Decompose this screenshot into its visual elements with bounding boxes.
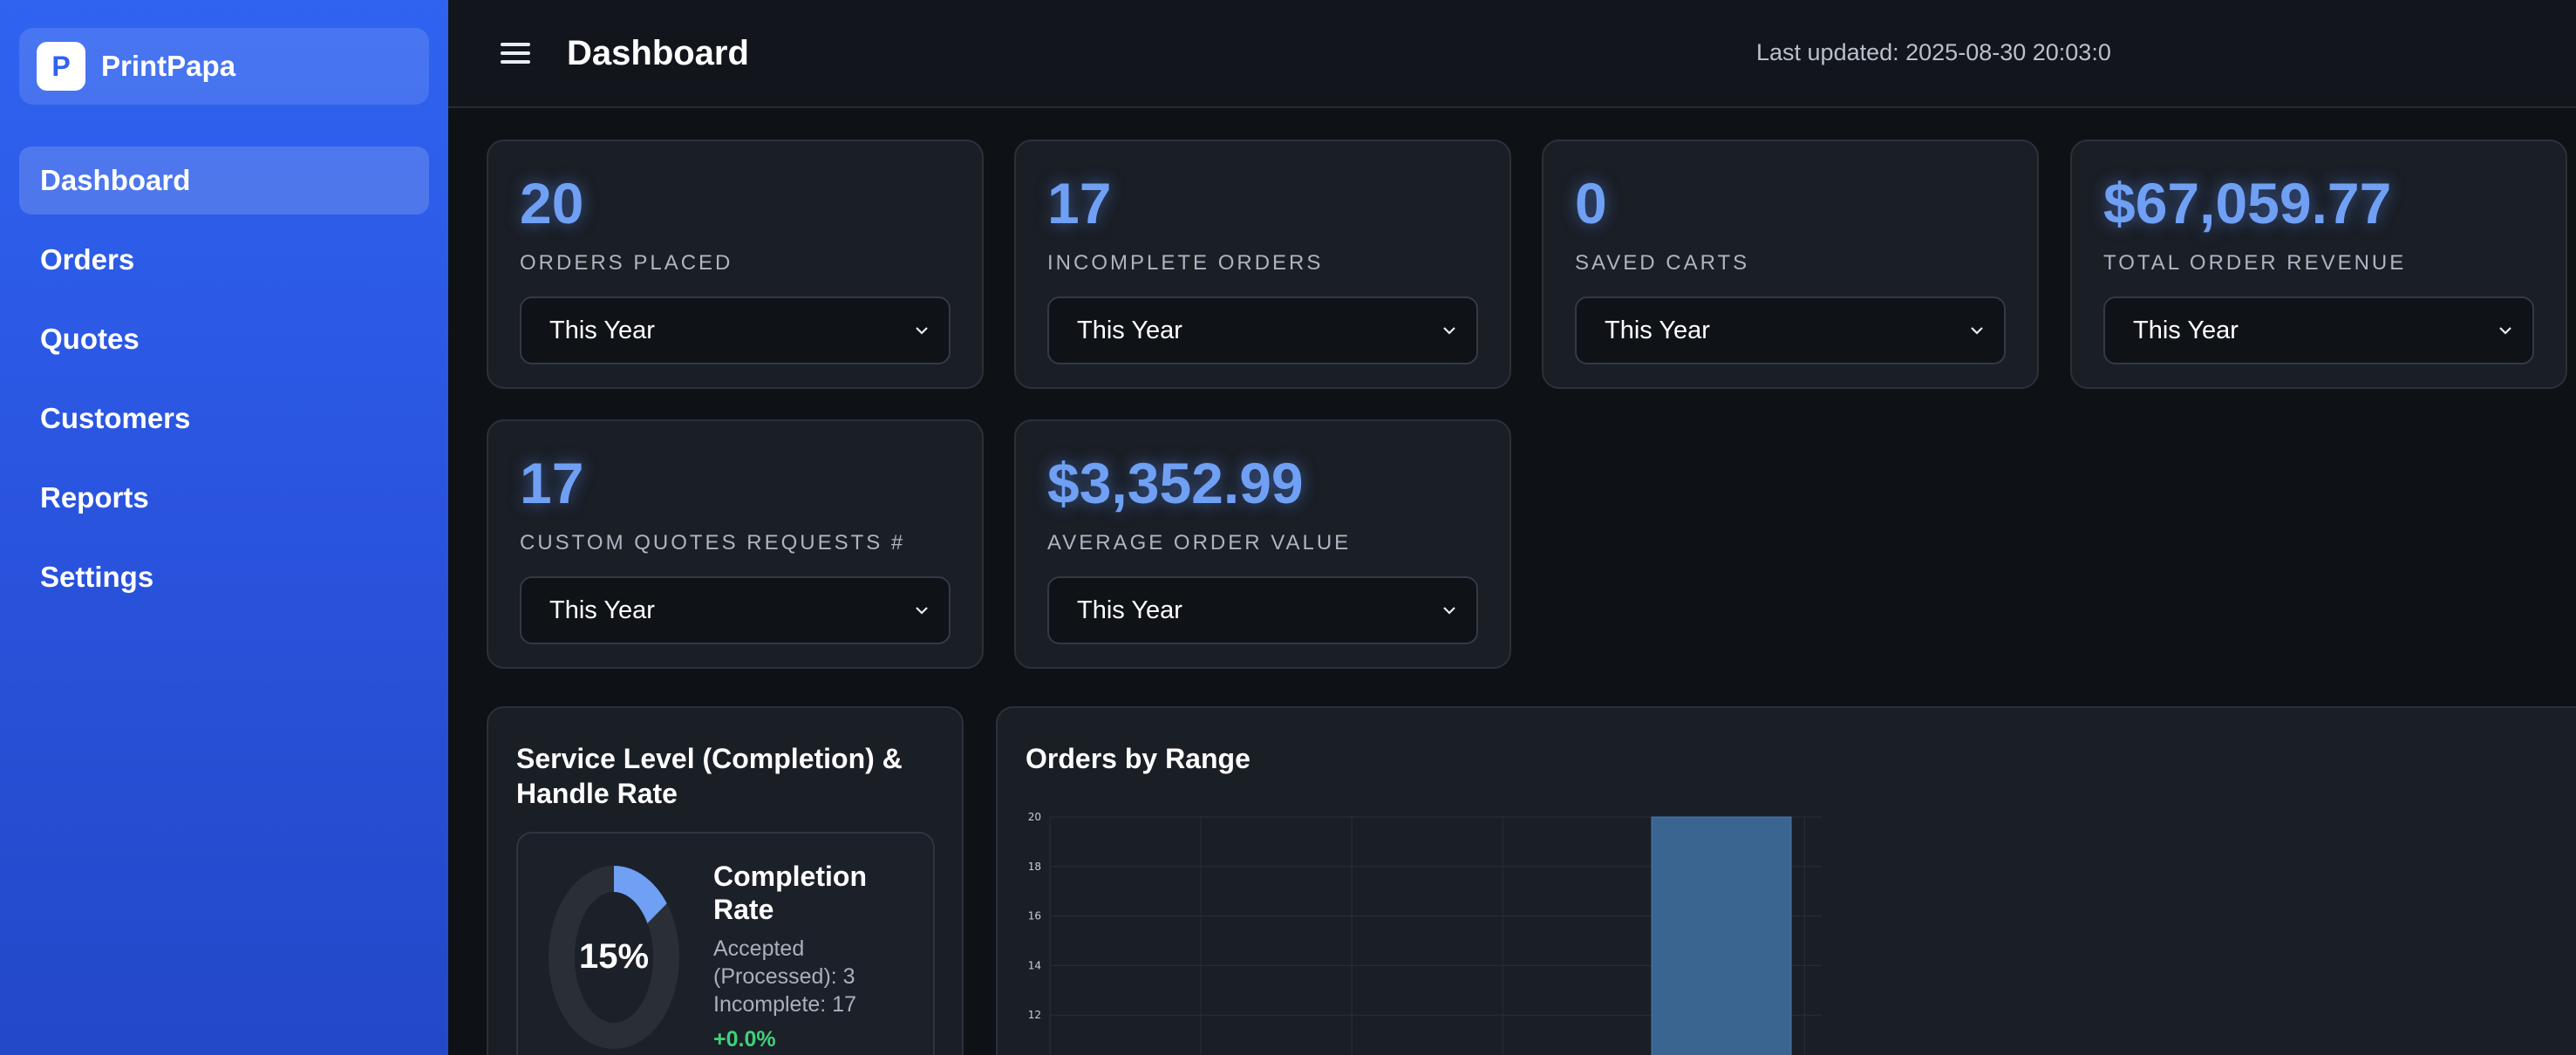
completion-donut: 15% bbox=[549, 866, 679, 1049]
orders-by-range-chart: 101214161820 bbox=[1028, 811, 1822, 1055]
stat-card-saved-carts: 0 SAVED CARTS This Year bbox=[1542, 140, 2039, 389]
orders-by-range-title: Orders by Range bbox=[1026, 743, 1251, 774]
sidebar-item-dashboard[interactable]: Dashboard bbox=[19, 146, 429, 214]
stat-label: TOTAL ORDER REVENUE bbox=[2103, 251, 2407, 275]
accepted-count: (Processed): 3 bbox=[713, 964, 855, 989]
incomplete-count: Incomplete: 17 bbox=[713, 992, 856, 1017]
accepted-label: Accepted bbox=[713, 936, 805, 961]
y-tick-label: 16 bbox=[1028, 910, 1041, 922]
chevron-down-icon bbox=[1971, 327, 1983, 335]
brand[interactable]: P PrintPapa bbox=[19, 28, 429, 105]
service-level-title: Service Level (Completion) & Handle Rate bbox=[516, 743, 903, 809]
sidebar-nav: Dashboard Orders Quotes Customers Report… bbox=[19, 146, 429, 611]
range-select[interactable]: This Year bbox=[1575, 296, 2006, 364]
sidebar-item-settings[interactable]: Settings bbox=[19, 543, 429, 611]
top-header: Dashboard bbox=[448, 0, 2576, 108]
completion-rate-title: Completion Rate bbox=[713, 861, 867, 925]
stat-label: CUSTOM QUOTES REQUESTS # bbox=[520, 531, 906, 555]
stat-label: INCOMPLETE ORDERS bbox=[1047, 251, 1324, 275]
hamburger-icon[interactable] bbox=[501, 41, 530, 65]
stat-card-average-order-value: $3,352.99 AVERAGE ORDER VALUE This Year bbox=[1014, 419, 1511, 669]
completion-percent: 15% bbox=[579, 937, 649, 976]
stat-value: 0 bbox=[1575, 171, 1607, 235]
range-select-value: This Year bbox=[1077, 316, 1182, 344]
stat-card-total-order-revenue: $67,059.77 TOTAL ORDER REVENUE This Year bbox=[2070, 140, 2567, 389]
chevron-down-icon bbox=[916, 327, 928, 335]
stat-label: SAVED CARTS bbox=[1575, 251, 1750, 275]
chevron-down-icon bbox=[2499, 327, 2511, 335]
chevron-down-icon bbox=[916, 607, 928, 615]
brand-name: PrintPapa bbox=[101, 50, 236, 82]
y-tick-label: 20 bbox=[1028, 811, 1041, 823]
range-select-value: This Year bbox=[549, 316, 655, 344]
completion-rate-card: 15% Completion Rate Accepted (Processed)… bbox=[516, 832, 935, 1055]
stat-card-custom-quotes: 17 CUSTOM QUOTES REQUESTS # This Year bbox=[487, 419, 984, 669]
stat-value: 20 bbox=[520, 171, 584, 235]
range-select-value: This Year bbox=[549, 596, 655, 624]
completion-delta: +0.0% bbox=[713, 1027, 776, 1052]
stat-value: $3,352.99 bbox=[1047, 451, 1304, 515]
page-title: Dashboard bbox=[567, 33, 749, 72]
service-level-panel: Service Level (Completion) & Handle Rate… bbox=[487, 706, 964, 1055]
sidebar-item-customers[interactable]: Customers bbox=[19, 385, 429, 453]
bar bbox=[1651, 816, 1792, 1055]
stat-value: 17 bbox=[1047, 171, 1112, 235]
last-updated-text: Last updated: 2025-08-30 20:03:0 bbox=[1756, 38, 2111, 65]
stat-card-orders-placed: 20 ORDERS PLACED This Year bbox=[487, 140, 984, 389]
stat-value: 17 bbox=[520, 451, 584, 515]
orders-by-range-panel: Orders by Range 101214161820 bbox=[996, 706, 2576, 1055]
range-select[interactable]: This Year bbox=[2103, 296, 2534, 364]
range-select[interactable]: This Year bbox=[1047, 576, 1478, 644]
sidebar-item-reports[interactable]: Reports bbox=[19, 464, 429, 532]
brand-logo: P bbox=[37, 42, 85, 91]
chevron-down-icon bbox=[1443, 327, 1455, 335]
sidebar: P PrintPapa Dashboard Orders Quotes Cust… bbox=[0, 0, 448, 1055]
chevron-down-icon bbox=[1443, 607, 1455, 615]
stat-label: ORDERS PLACED bbox=[520, 251, 733, 275]
y-tick-label: 14 bbox=[1028, 959, 1041, 971]
stat-value: $67,059.77 bbox=[2103, 171, 2392, 235]
stat-label: AVERAGE ORDER VALUE bbox=[1047, 531, 1352, 555]
y-tick-label: 18 bbox=[1028, 861, 1041, 873]
sidebar-item-quotes[interactable]: Quotes bbox=[19, 305, 429, 373]
range-select-value: This Year bbox=[1077, 596, 1182, 624]
range-select-value: This Year bbox=[2133, 316, 2239, 344]
range-select[interactable]: This Year bbox=[1047, 296, 1478, 364]
range-select-value: This Year bbox=[1605, 316, 1710, 344]
stat-card-incomplete-orders: 17 INCOMPLETE ORDERS This Year bbox=[1014, 140, 1511, 389]
range-select[interactable]: This Year bbox=[520, 576, 951, 644]
y-tick-label: 12 bbox=[1028, 1009, 1041, 1021]
range-select[interactable]: This Year bbox=[520, 296, 951, 364]
sidebar-item-orders[interactable]: Orders bbox=[19, 226, 429, 294]
